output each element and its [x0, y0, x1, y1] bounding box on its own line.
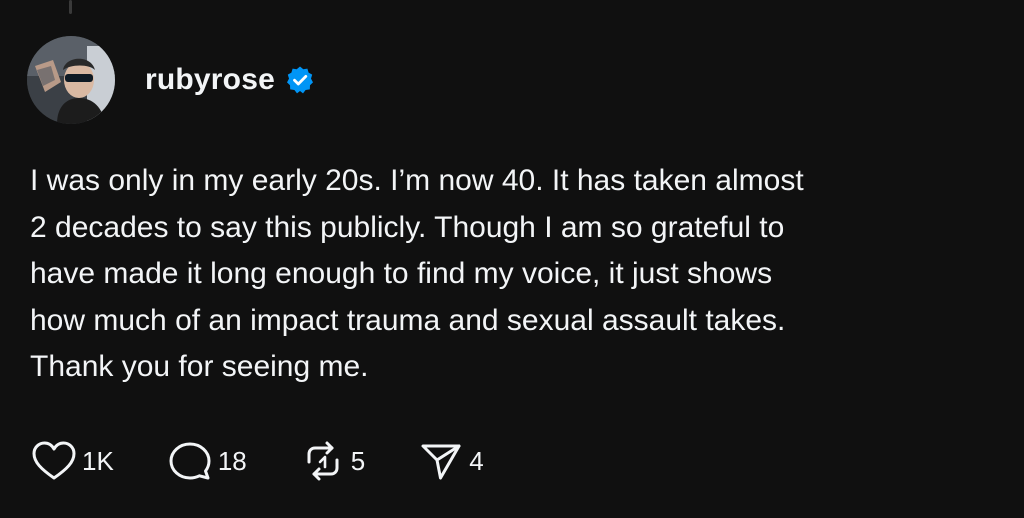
username[interactable]: rubyrose: [145, 63, 275, 97]
avatar-photo: [27, 36, 115, 124]
repost-icon: [299, 438, 347, 484]
heart-icon: [30, 438, 78, 484]
repost-button[interactable]: 5: [299, 438, 365, 484]
post-text: I was only in my early 20s. I’m now 40. …: [30, 164, 804, 383]
reply-count: 18: [217, 445, 247, 476]
share-button[interactable]: 4: [417, 438, 484, 484]
post-actions: 1K 18 5 4: [30, 438, 484, 484]
verified-badge-icon: [285, 65, 315, 95]
post-header: rubyrose: [145, 60, 315, 100]
like-count: 1K: [82, 445, 114, 476]
avatar[interactable]: [27, 36, 115, 124]
comment-icon: [166, 438, 214, 484]
thread-connector-line: [69, 0, 72, 14]
reply-button[interactable]: 18: [166, 438, 247, 484]
share-count: 4: [469, 445, 484, 476]
send-icon: [417, 438, 465, 484]
like-button[interactable]: 1K: [30, 438, 114, 484]
repost-count: 5: [350, 445, 366, 476]
